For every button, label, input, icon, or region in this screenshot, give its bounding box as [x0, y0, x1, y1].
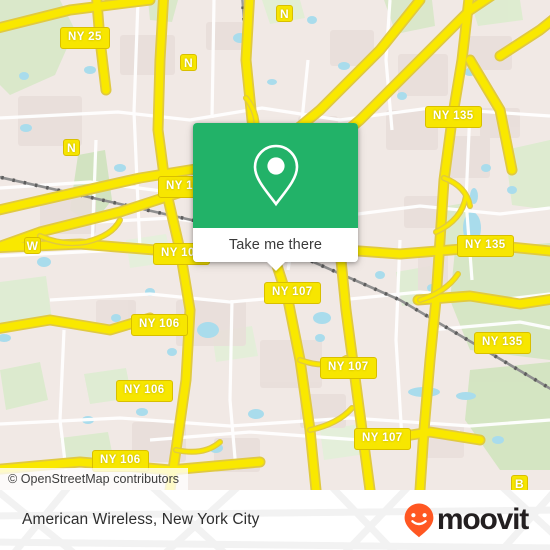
map-pin-icon — [253, 144, 298, 206]
map-canvas[interactable]: NY 25 NY 135 NY 107 NY 107 NY 135 NY 107… — [0, 0, 550, 490]
take-me-there-label: Take me there — [228, 237, 323, 253]
route-shield-ny107-c: NY 107 — [264, 282, 321, 304]
route-shield-ny106-b: NY 106 — [116, 380, 173, 402]
route-shield-ny107-e: NY 107 — [354, 428, 411, 450]
route-shield-ny135-b: NY 135 — [457, 235, 514, 257]
route-shield-ny135-a: NY 135 — [425, 106, 482, 128]
page-title: American Wireless, New York City — [22, 511, 260, 528]
junction-shield-w: W — [24, 237, 41, 254]
footer-bar: American Wireless, New York City moovit — [0, 490, 550, 550]
junction-shield-n-2: N — [180, 54, 197, 71]
route-shield-ny106-a: NY 106 — [131, 314, 188, 336]
map-attribution[interactable]: © OpenStreetMap contributors — [0, 468, 189, 490]
route-shield-ny135-c: NY 135 — [474, 332, 531, 354]
junction-shield-n-3: N — [63, 139, 80, 156]
callout-pointer — [267, 262, 285, 271]
junction-shield-b: B — [511, 475, 528, 490]
take-me-there-button[interactable]: Take me there — [193, 228, 358, 262]
route-shield-ny25: NY 25 — [60, 27, 110, 49]
moovit-map-screen: NY 25 NY 135 NY 107 NY 107 NY 135 NY 107… — [0, 0, 550, 550]
callout-icon-panel — [193, 123, 358, 228]
route-shield-ny107-d: NY 107 — [320, 357, 377, 379]
moovit-smiley-pin-icon — [404, 503, 434, 538]
junction-shield-n-1: N — [276, 5, 293, 22]
location-callout-card[interactable]: Take me there — [193, 123, 358, 271]
moovit-logo[interactable]: moovit — [402, 502, 529, 538]
moovit-wordmark: moovit — [436, 503, 529, 536]
